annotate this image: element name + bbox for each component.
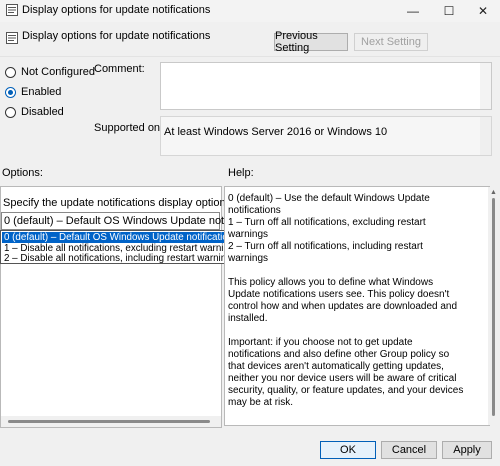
radio-label: Enabled: [21, 86, 62, 98]
minimize-icon[interactable]: —: [396, 0, 430, 22]
radio-label: Not Configured: [21, 66, 95, 78]
help-label: Help:: [228, 167, 254, 179]
scrollbar-thumb[interactable]: [492, 198, 495, 416]
window-title: Display options for update notifications: [22, 4, 211, 16]
options-label: Options:: [2, 167, 43, 179]
dropdown-option[interactable]: 0 (default) – Default OS Windows Update …: [2, 232, 240, 243]
comment-scrollbar[interactable]: [480, 63, 491, 109]
radio-not-configured[interactable]: Not Configured: [5, 66, 95, 78]
radio-circle[interactable]: [5, 66, 16, 78]
help-text: 0 (default) – Use the default Windows Up…: [228, 193, 464, 408]
setting-title: Display options for update notifications: [22, 30, 211, 42]
radio-circle[interactable]: [5, 86, 16, 98]
ok-button[interactable]: OK: [320, 441, 376, 459]
supported-scrollbar[interactable]: [480, 117, 491, 155]
supported-on-value: At least Windows Server 2016 or Windows …: [164, 126, 388, 138]
divider: [0, 56, 500, 57]
cancel-button[interactable]: Cancel: [381, 441, 437, 459]
radio-label: Disabled: [21, 106, 64, 118]
radio-circle[interactable]: [5, 106, 16, 118]
comment-label: Comment:: [94, 63, 145, 75]
dropdown-list[interactable]: 0 (default) – Default OS Windows Update …: [0, 230, 241, 264]
comment-field[interactable]: [160, 62, 492, 110]
scrollbar-thumb[interactable]: [8, 420, 210, 423]
policy-icon: [6, 4, 18, 16]
maximize-icon[interactable]: ☐: [432, 0, 466, 22]
radio-enabled[interactable]: Enabled: [5, 86, 61, 98]
options-prompt: Specify the update notifications display…: [3, 197, 238, 209]
scroll-up-icon[interactable]: ▲: [490, 189, 497, 196]
close-icon[interactable]: ✕: [466, 0, 500, 22]
supported-on-label: Supported on:: [94, 122, 164, 134]
apply-button[interactable]: Apply: [442, 441, 492, 459]
dropdown-option[interactable]: 2 – Disable all notifications, including…: [2, 253, 240, 264]
setting-icon: [6, 32, 18, 44]
previous-setting-button[interactable]: Previous Setting: [274, 30, 348, 54]
next-setting-button[interactable]: Next Setting: [354, 33, 428, 51]
radio-disabled[interactable]: Disabled: [5, 106, 64, 118]
